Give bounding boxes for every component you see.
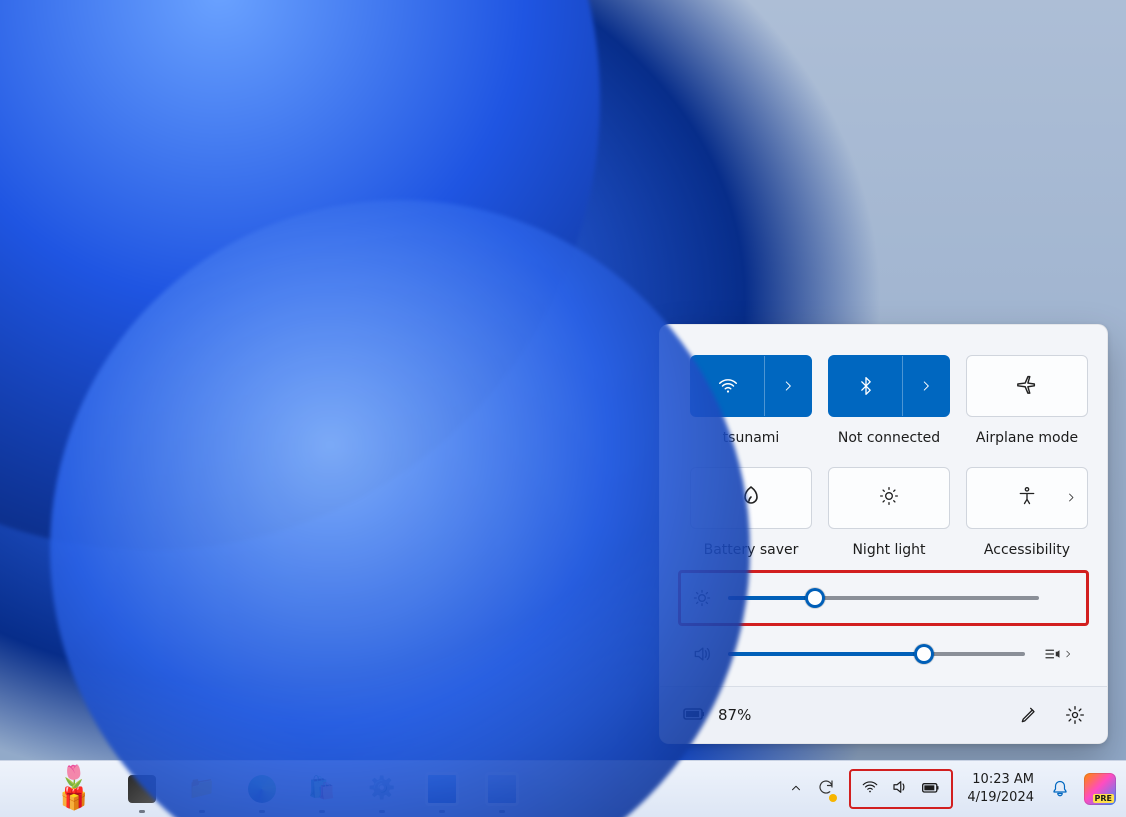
tray-copilot-button[interactable]: PRE <box>1084 773 1116 805</box>
wifi-toggle-button[interactable] <box>690 355 812 417</box>
volume-slider-thumb[interactable] <box>914 644 934 664</box>
battery-percent-text: 87% <box>718 706 751 724</box>
battery-saver-toggle-button[interactable] <box>690 467 812 529</box>
quick-settings-footer: 87% <box>660 686 1107 743</box>
taskview-icon <box>128 775 156 803</box>
taskbar-apps: 🌷🎁 📁 🛍️ ⚙️ <box>60 769 524 809</box>
quick-settings-panel: tsunami Not connected <box>659 324 1108 744</box>
wifi-label: tsunami <box>723 431 780 446</box>
volume-icon <box>692 644 712 664</box>
night-light-toggle-button[interactable] <box>828 467 950 529</box>
tile-airplane: Airplane mode <box>966 355 1088 460</box>
battery-saver-icon <box>739 484 763 512</box>
tray-battery-icon <box>921 777 941 801</box>
edit-quick-settings-button[interactable] <box>1019 705 1039 725</box>
taskbar-app-store[interactable]: 🛍️ <box>300 769 344 809</box>
airplane-toggle-button[interactable] <box>966 355 1088 417</box>
bluetooth-label: Not connected <box>838 431 940 446</box>
tray-clock[interactable]: 10:23 AM 4/19/2024 <box>967 771 1036 806</box>
volume-slider[interactable] <box>728 652 1025 656</box>
battery-saver-label: Battery saver <box>704 543 799 558</box>
volume-output-button[interactable] <box>1041 645 1075 663</box>
tray-notifications-button[interactable] <box>1050 780 1070 798</box>
night-light-icon <box>879 486 899 510</box>
volume-slider-row <box>680 640 1087 668</box>
taskbar-app-system[interactable] <box>480 769 524 809</box>
tile-accessibility: Accessibility <box>966 467 1088 572</box>
tile-bluetooth: Not connected <box>828 355 950 460</box>
battery-status[interactable]: 87% <box>682 701 751 729</box>
store-icon: 🛍️ <box>308 778 335 800</box>
accessibility-expand-button[interactable] <box>1065 488 1077 507</box>
copilot-badge-text: PRE <box>1093 794 1115 803</box>
taskbar-app-edge[interactable] <box>240 769 284 809</box>
gear-icon: ⚙️ <box>368 778 395 800</box>
volume-slider-fill <box>728 652 924 656</box>
tile-battery-saver: Battery saver <box>690 467 812 572</box>
taskbar-app-widgets[interactable]: 🌷🎁 <box>60 769 104 809</box>
taskbar: 🌷🎁 📁 🛍️ ⚙️ <box>0 760 1126 817</box>
tray-sync-icon[interactable] <box>817 778 835 800</box>
taskbar-app-control-panel[interactable] <box>420 769 464 809</box>
taskbar-app-explorer[interactable]: 📁 <box>180 769 224 809</box>
taskbar-app-taskview[interactable] <box>120 769 164 809</box>
desktop-wallpaper: tsunami Not connected <box>0 0 1126 817</box>
quick-settings-sliders <box>660 580 1107 686</box>
edge-icon <box>248 775 276 803</box>
bluetooth-icon <box>829 356 902 416</box>
sync-status-dot <box>829 794 837 802</box>
folder-icon: 📁 <box>188 778 215 800</box>
taskbar-tray: 10:23 AM 4/19/2024 PRE <box>789 769 1116 809</box>
brightness-slider-fill <box>728 596 815 600</box>
widgets-icon: 🌷🎁 <box>60 767 104 811</box>
tray-system-icons[interactable] <box>849 769 953 809</box>
tray-overflow-button[interactable] <box>789 780 803 799</box>
wifi-expand-button[interactable] <box>764 356 811 416</box>
airplane-label: Airplane mode <box>976 431 1078 446</box>
tray-date: 4/19/2024 <box>967 789 1034 807</box>
control-panel-icon <box>425 772 459 806</box>
tile-night-light: Night light <box>828 467 950 572</box>
night-light-label: Night light <box>852 543 925 558</box>
brightness-slider-thumb[interactable] <box>805 588 825 608</box>
accessibility-toggle-button[interactable] <box>966 467 1088 529</box>
accessibility-icon <box>1017 486 1037 510</box>
taskbar-app-settings[interactable]: ⚙️ <box>360 769 404 809</box>
airplane-icon <box>1016 373 1038 399</box>
tile-wifi: tsunami <box>690 355 812 460</box>
wifi-icon <box>691 356 764 416</box>
open-settings-button[interactable] <box>1065 705 1085 725</box>
system-icon <box>485 772 519 806</box>
bluetooth-expand-button[interactable] <box>902 356 949 416</box>
brightness-slider-row <box>680 584 1087 612</box>
brightness-slider[interactable] <box>728 596 1039 600</box>
battery-icon <box>682 701 706 729</box>
accessibility-label: Accessibility <box>984 543 1070 558</box>
quick-settings-grid: tsunami Not connected <box>660 325 1107 580</box>
tray-wifi-icon <box>861 778 879 800</box>
tray-time: 10:23 AM <box>967 771 1034 789</box>
tray-volume-icon <box>891 778 909 800</box>
bluetooth-toggle-button[interactable] <box>828 355 950 417</box>
brightness-icon <box>692 588 712 608</box>
